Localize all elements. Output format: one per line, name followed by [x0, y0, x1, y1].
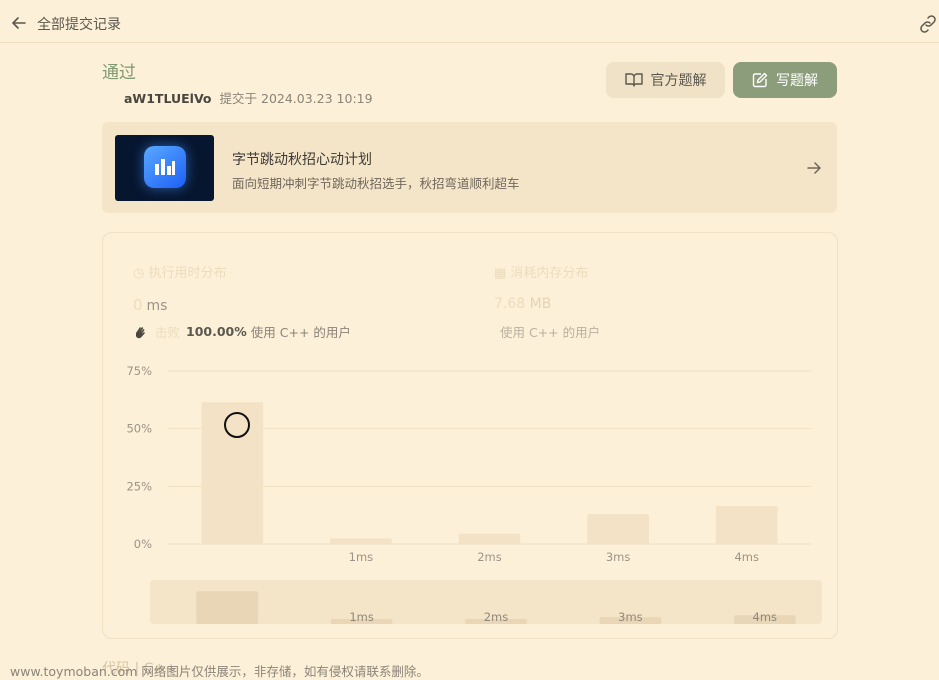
y-tick-label: 25%	[126, 479, 152, 493]
runtime-number: 0	[133, 296, 143, 314]
write-solution-label: 写题解	[776, 73, 818, 89]
clock-icon: ◷	[133, 266, 149, 281]
memory-distribution-tab[interactable]: ▦ 消耗内存分布	[494, 262, 588, 281]
banner-subtitle: 面向短期冲刺字节跳动秋招选手，秋招弯道顺利超车	[232, 176, 520, 191]
y-tick-label: 50%	[126, 422, 152, 436]
beats-percent: 100.00%	[186, 324, 247, 339]
write-solution-button[interactable]: 写题解	[733, 62, 837, 98]
memory-unit: MB	[529, 296, 552, 312]
mouse-cursor	[224, 412, 250, 438]
overview-label: 3ms	[618, 610, 643, 624]
runtime-unit: ms	[146, 298, 168, 314]
bar	[587, 514, 649, 544]
official-solution-label: 官方题解	[650, 73, 707, 89]
book-icon	[624, 73, 643, 87]
bar	[715, 505, 778, 544]
bar	[458, 533, 521, 544]
submitted-time: 提交于 2024.03.23 10:19	[219, 91, 373, 106]
x-tick-label: 1ms	[349, 550, 374, 564]
clap-icon	[136, 326, 145, 338]
bar	[330, 538, 392, 544]
memory-value: 7.68 MB	[494, 296, 551, 312]
official-solution-button[interactable]: 官方题解	[606, 62, 725, 98]
link-icon[interactable]	[918, 15, 938, 33]
overview-bar	[196, 591, 259, 624]
runtime-beats: 击败 100.00% 使用 C++ 的用户	[133, 322, 351, 341]
overview-label: 4ms	[753, 610, 778, 624]
memory-beats-suffix: 使用 C++ 的用户	[500, 325, 601, 340]
chip-icon: ▦	[494, 266, 511, 281]
y-tick-label: 75%	[126, 364, 152, 378]
watermark: www.toymoban.com 网络图片仅供展示，非存储，如有侵权请联系删除。	[10, 664, 429, 679]
arrow-right-icon[interactable]	[805, 159, 823, 177]
x-tick-label: 4ms	[734, 550, 759, 564]
memory-beats: 使用 C++ 的用户	[494, 322, 600, 341]
all-submissions-link[interactable]: 全部提交记录	[37, 14, 121, 34]
edit-icon	[752, 72, 768, 88]
beats-prefix: 击败	[155, 325, 181, 340]
top-bar: 全部提交记录	[0, 0, 939, 43]
memory-number: 7.68	[494, 296, 526, 312]
beats-suffix: 使用 C++ 的用户	[250, 325, 351, 340]
overview-label: 1ms	[349, 610, 374, 624]
banner-image	[115, 135, 214, 201]
overview-label: 2ms	[484, 610, 509, 624]
username[interactable]: aW1TLUElVo	[124, 91, 212, 106]
app-logo-icon	[155, 159, 175, 175]
runtime-value: 0 ms	[133, 296, 167, 314]
arrow-left-icon[interactable]	[10, 14, 28, 32]
runtime-distribution-tab[interactable]: ◷ 执行用时分布	[133, 262, 227, 281]
y-tick-label: 0%	[134, 537, 152, 551]
submission-status: 通过	[102, 63, 136, 83]
x-tick-label: 2ms	[477, 550, 502, 564]
promo-banner[interactable]: 字节跳动秋招心动计划 面向短期冲刺字节跳动秋招选手，秋招弯道顺利超车	[102, 122, 837, 213]
x-tick-label: 3ms	[606, 550, 631, 564]
banner-title: 字节跳动秋招心动计划	[232, 152, 372, 168]
submitter-info: aW1TLUElVo 提交于 2024.03.23 10:19	[124, 88, 373, 107]
chart-overview-scrollbar[interactable]: 1ms 2ms 3ms 4ms	[150, 580, 822, 624]
